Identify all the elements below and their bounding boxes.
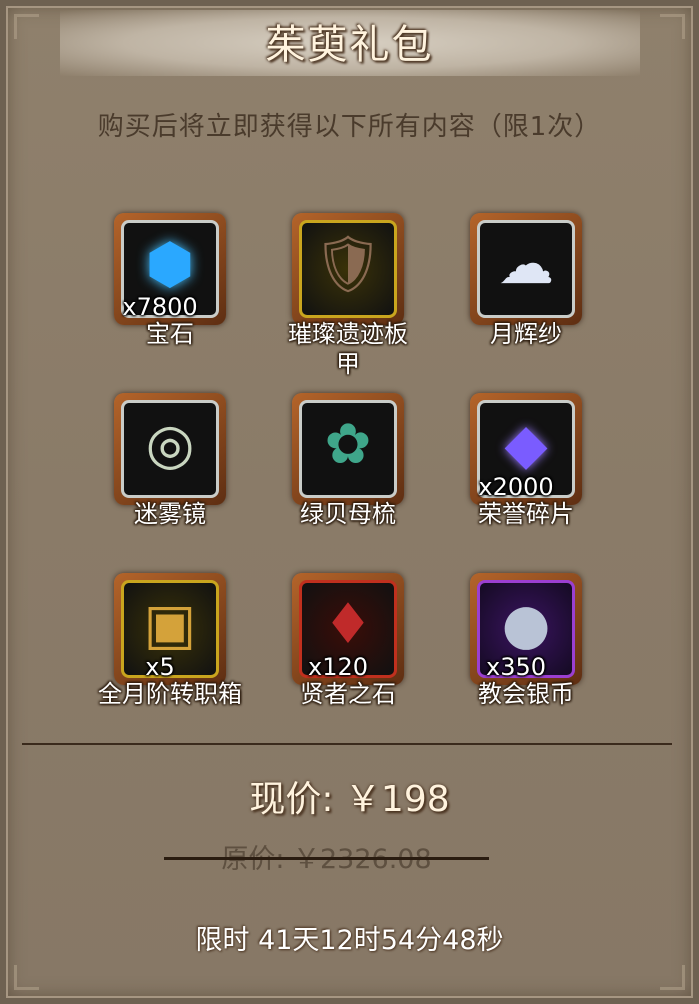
armor-icon: 🛡 bbox=[312, 232, 384, 297]
current-price: 现价: ￥198 bbox=[249, 779, 450, 820]
item-name: 月辉纱 bbox=[490, 320, 562, 348]
original-price: 原价: ￥2326.08 bbox=[221, 844, 432, 875]
item-name: 教会银币 bbox=[478, 680, 574, 708]
item-frame: 🛡 bbox=[292, 213, 404, 325]
crystal-icon: ◆ bbox=[504, 412, 548, 477]
reward-item-crystal[interactable]: ◆ x2000 荣誉碎片 bbox=[446, 393, 606, 529]
item-quantity: x2000 bbox=[478, 473, 554, 501]
item-name: 贤者之石 bbox=[300, 680, 396, 708]
item-name: 迷雾镜 bbox=[134, 500, 206, 528]
gem-icon: ⬢ bbox=[145, 232, 195, 297]
comb-icon: ✿ bbox=[324, 412, 372, 477]
item-frame: ◆ x2000 bbox=[470, 393, 582, 505]
item-name: 绿贝母梳 bbox=[300, 500, 396, 528]
item-quantity: x5 bbox=[145, 653, 175, 681]
item-name: 全月阶转职箱 bbox=[98, 680, 242, 708]
pack-title: 茱萸礼包 bbox=[265, 22, 434, 68]
item-quantity: x7800 bbox=[122, 293, 198, 321]
corner-ornament bbox=[14, 965, 39, 990]
limited-time-countdown: 限时 41天12时54分48秒 bbox=[195, 925, 504, 956]
silver-coin-icon: ● bbox=[501, 592, 551, 657]
strikethrough-line bbox=[164, 857, 489, 860]
reward-item-sage-stone[interactable]: ♦ x120 贤者之石 bbox=[268, 573, 428, 709]
reward-item-comb[interactable]: ✿ 绿贝母梳 bbox=[268, 393, 428, 529]
chest-icon: ▣ bbox=[143, 592, 197, 657]
pack-description: 购买后将立即获得以下所有内容（限1次） bbox=[97, 112, 602, 142]
item-slot: ◎ bbox=[121, 400, 219, 498]
item-name: 璀璨遗迹板甲 bbox=[288, 320, 408, 378]
item-name: 宝石 bbox=[146, 320, 194, 348]
item-quantity: x350 bbox=[485, 653, 546, 681]
item-frame: ▣ x5 bbox=[114, 573, 226, 685]
original-price-wrap: 原价: ￥2326.08 bbox=[164, 842, 489, 878]
mirror-icon: ◎ bbox=[145, 412, 195, 477]
reward-item-chest[interactable]: ▣ x5 全月阶转职箱 bbox=[90, 573, 250, 709]
item-frame: ✿ bbox=[292, 393, 404, 505]
silk-icon: ☁ bbox=[498, 232, 554, 297]
item-frame: ☁ bbox=[470, 213, 582, 325]
item-frame: ⬢ x7800 bbox=[114, 213, 226, 325]
item-name: 荣誉碎片 bbox=[478, 500, 574, 528]
item-quantity: x120 bbox=[307, 653, 368, 681]
corner-ornament bbox=[660, 965, 685, 990]
item-slot: 🛡 bbox=[299, 220, 397, 318]
section-divider bbox=[22, 743, 672, 745]
reward-item-silver-coin[interactable]: ● x350 教会银币 bbox=[446, 573, 606, 709]
item-frame: ● x350 bbox=[470, 573, 582, 685]
item-slot: ☁ bbox=[477, 220, 575, 318]
item-frame: ♦ x120 bbox=[292, 573, 404, 685]
sage-stone-icon: ♦ bbox=[322, 592, 374, 657]
reward-item-silk[interactable]: ☁ 月辉纱 bbox=[446, 213, 606, 349]
reward-item-gem[interactable]: ⬢ x7800 宝石 bbox=[90, 213, 250, 349]
reward-item-mirror[interactable]: ◎ 迷雾镜 bbox=[90, 393, 250, 529]
reward-item-armor[interactable]: 🛡 璀璨遗迹板甲 bbox=[268, 213, 428, 379]
item-frame: ◎ bbox=[114, 393, 226, 505]
item-slot: ✿ bbox=[299, 400, 397, 498]
